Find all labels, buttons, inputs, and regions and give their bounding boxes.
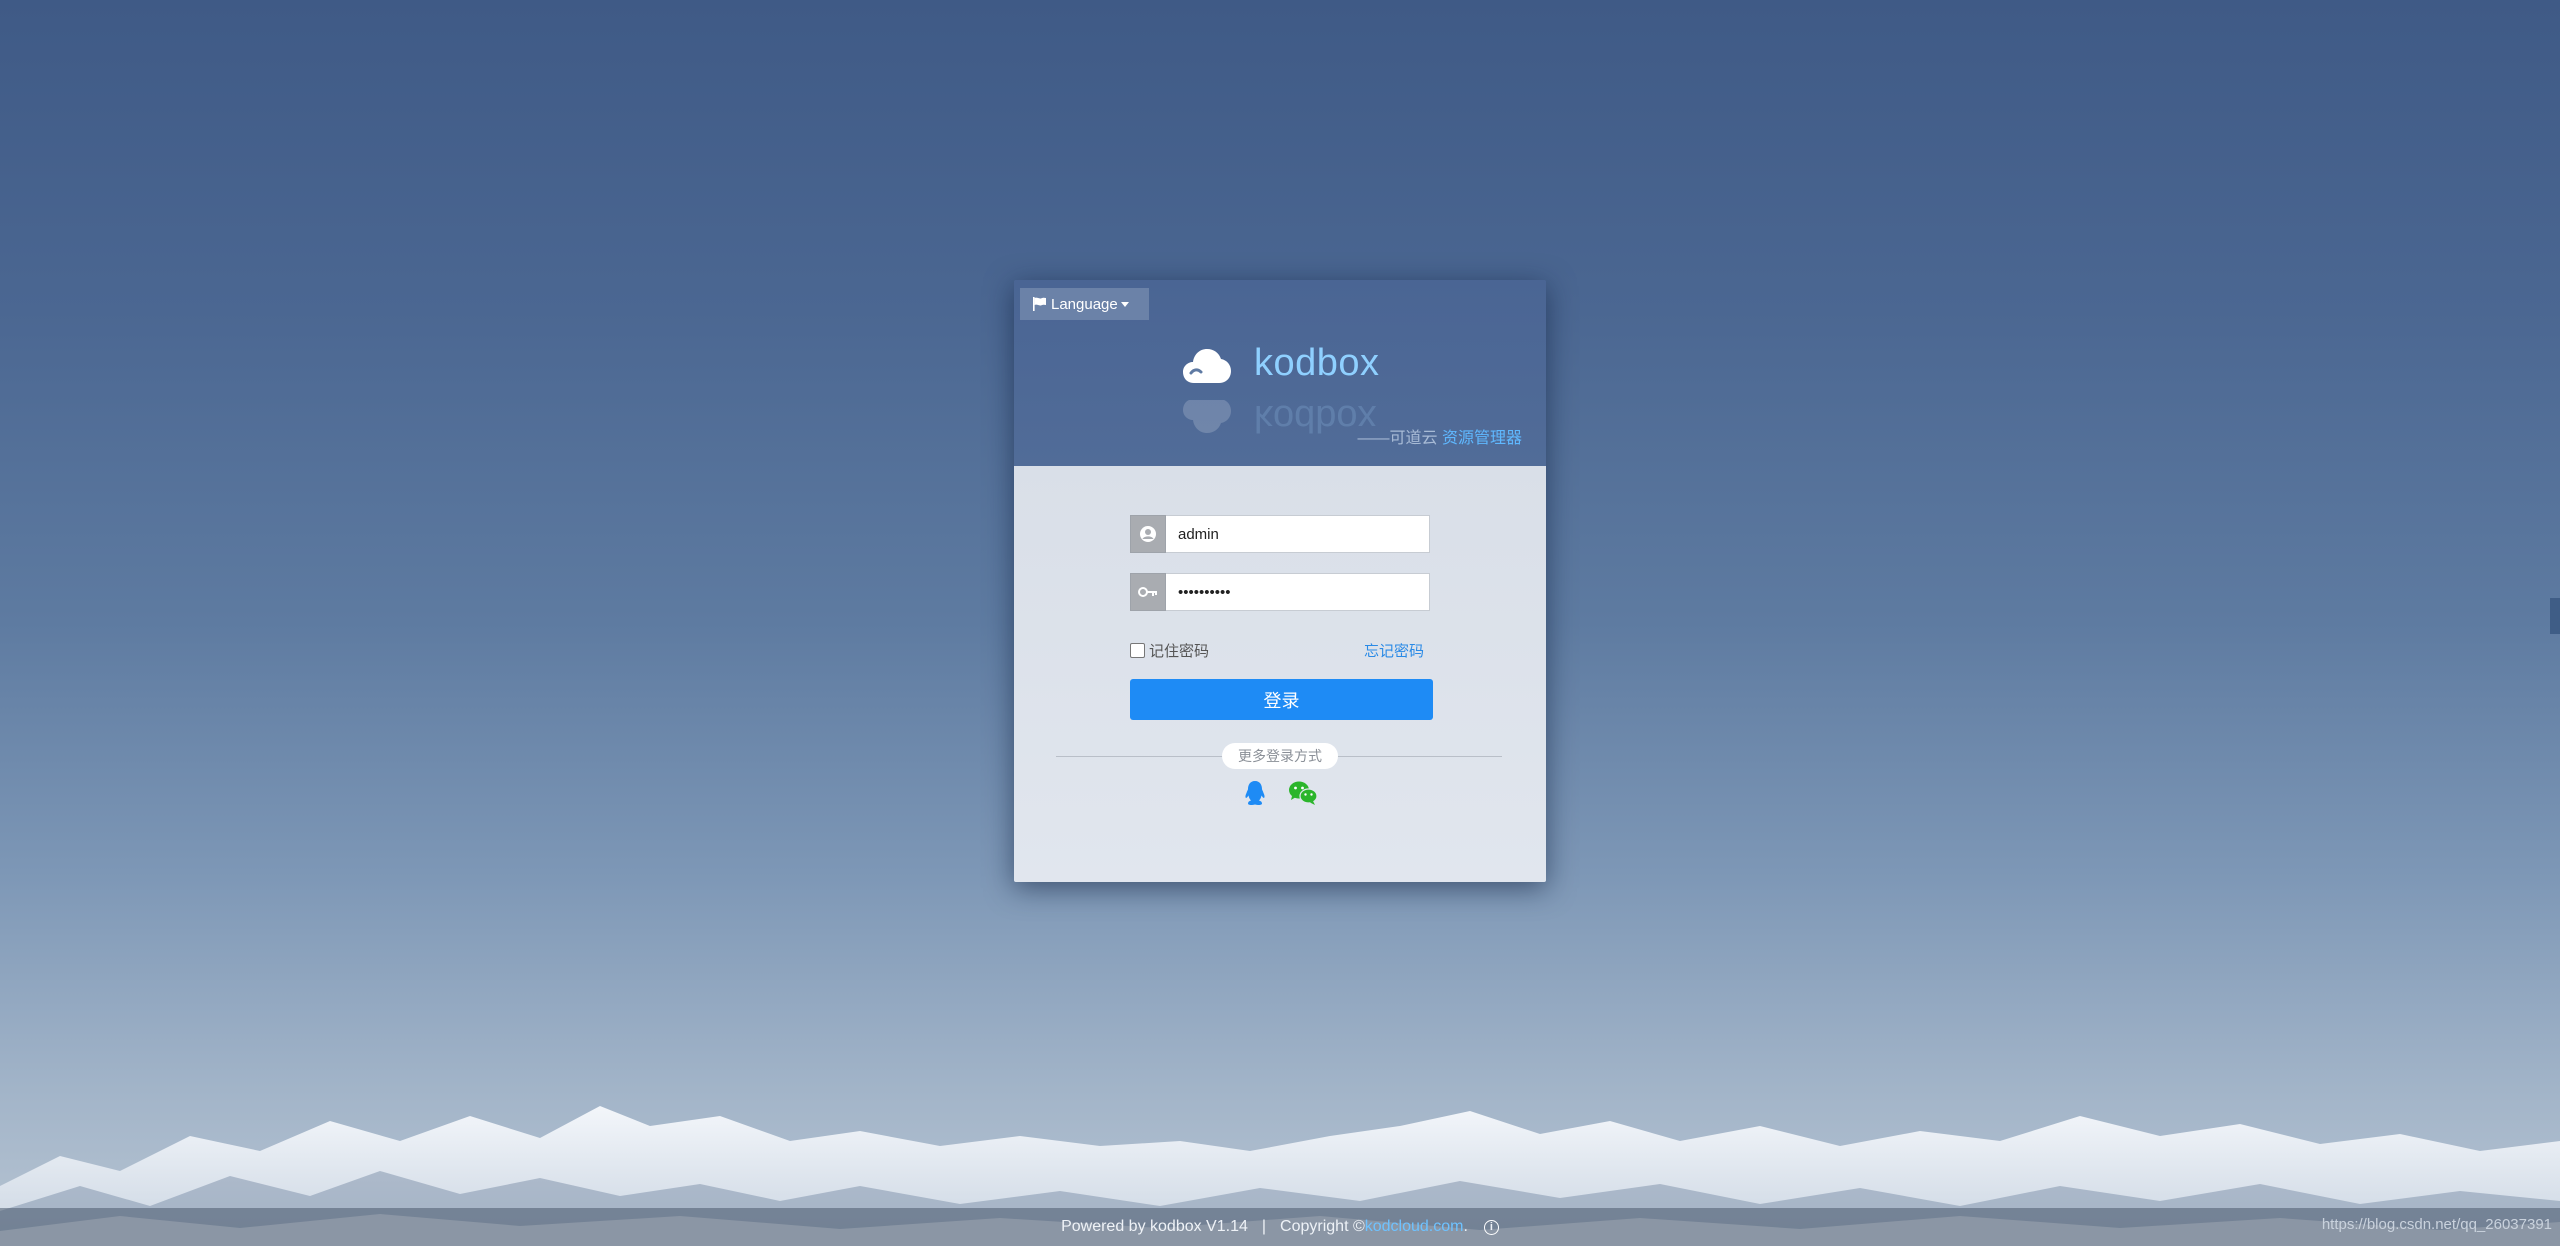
login-button[interactable]: 登录 bbox=[1130, 679, 1433, 720]
kodcloud-link[interactable]: kodcloud.com bbox=[1365, 1218, 1464, 1236]
footer-separator: | bbox=[1261, 1218, 1267, 1235]
footer: Powered by kodbox V1.14 | Copyright © ko… bbox=[0, 1208, 2560, 1246]
watermark: https://blog.csdn.net/qq_26037391 bbox=[2321, 1216, 2552, 1233]
user-icon bbox=[1130, 515, 1166, 553]
password-field-group bbox=[1130, 573, 1430, 611]
username-field-group bbox=[1130, 515, 1430, 553]
login-card-header: Language kodbox kodbox ——可道云 资源管理器 bbox=[1014, 280, 1546, 466]
app-name: kodbox bbox=[1254, 342, 1380, 384]
side-handle[interactable] bbox=[2550, 598, 2560, 634]
login-card: Language kodbox kodbox ——可道云 资源管理器 admin… bbox=[1014, 280, 1546, 882]
tagline: ——可道云 资源管理器 bbox=[1358, 424, 1522, 448]
tagline-accent: 资源管理器 bbox=[1441, 430, 1522, 447]
more-login-label: 更多登录方式 bbox=[1222, 743, 1338, 769]
username-input[interactable] bbox=[1166, 515, 1430, 553]
remember-label: 记住密码 bbox=[1149, 643, 1210, 660]
link-suffix: . bbox=[1463, 1218, 1468, 1235]
remember-password[interactable]: 记住密码 bbox=[1130, 640, 1209, 661]
copyright: Copyright © bbox=[1280, 1218, 1365, 1235]
remember-checkbox[interactable] bbox=[1130, 643, 1145, 658]
info-icon[interactable]: i bbox=[1483, 1219, 1499, 1235]
password-input[interactable] bbox=[1166, 573, 1430, 611]
logo-reflection: kodbox bbox=[1182, 400, 1377, 436]
forgot-password-link[interactable]: 忘记密码 bbox=[1364, 640, 1424, 661]
key-icon bbox=[1130, 573, 1166, 611]
language-button[interactable]: Language bbox=[1020, 288, 1149, 320]
flag-icon bbox=[1032, 296, 1048, 312]
cloud-icon bbox=[1183, 348, 1231, 383]
wechat-icon[interactable] bbox=[1288, 780, 1318, 806]
app-logo: kodbox bbox=[1182, 342, 1380, 385]
language-label: Language bbox=[1051, 295, 1118, 313]
chevron-down-icon bbox=[1120, 301, 1129, 307]
login-page: Language kodbox kodbox ——可道云 资源管理器 admin… bbox=[0, 0, 2560, 1246]
tagline-prefix: ——可道云 bbox=[1357, 430, 1442, 447]
powered-by: Powered by kodbox V1.14 bbox=[1061, 1218, 1248, 1235]
qq-icon[interactable] bbox=[1243, 780, 1267, 806]
